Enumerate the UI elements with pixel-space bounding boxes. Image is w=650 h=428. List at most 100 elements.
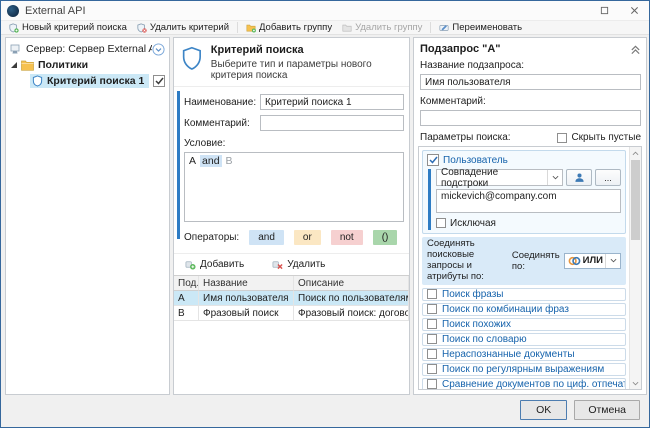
delete-group-button[interactable]: Удалить группу bbox=[337, 21, 427, 34]
maximize-button[interactable] bbox=[589, 1, 619, 21]
tree-item-server[interactable]: Сервер: Сервер External API 1 bbox=[6, 41, 169, 57]
table-row[interactable]: B Фразовый поиск Фразовый поиск: договор bbox=[174, 306, 409, 321]
tree-item-label: Политики bbox=[38, 59, 88, 71]
search-option-row[interactable]: Поиск похожих bbox=[422, 318, 626, 331]
browse-button[interactable]: ... bbox=[595, 169, 621, 186]
operator-and-button[interactable]: and bbox=[249, 230, 284, 245]
collapse-double-chevron-icon[interactable] bbox=[630, 44, 641, 55]
search-option-row[interactable]: Нераспознанные документы bbox=[422, 348, 626, 361]
params-label: Параметры поиска: bbox=[420, 132, 511, 143]
tree-item-label: Критерий поиска 1 bbox=[47, 75, 144, 87]
scroll-down-button[interactable] bbox=[630, 377, 641, 389]
criterion-checkbox[interactable] bbox=[153, 75, 165, 87]
match-mode-select[interactable]: Совпадение подстроки bbox=[436, 169, 563, 186]
hide-empty-checkbox[interactable] bbox=[557, 133, 567, 143]
ok-button[interactable]: OK bbox=[520, 400, 567, 420]
column-header-subquery[interactable]: Под... bbox=[174, 276, 199, 291]
chevron-down-icon[interactable] bbox=[547, 170, 562, 185]
check-icon bbox=[155, 77, 164, 85]
tree-expander-icon[interactable] bbox=[10, 61, 18, 69]
search-option-row[interactable]: Сравнение документов по циф. отпечаткам bbox=[422, 378, 626, 390]
option-label: Поиск по регулярным выражениям bbox=[442, 364, 604, 375]
condition-editor[interactable]: AandB bbox=[184, 152, 404, 222]
user-section-title-row: Пользователь bbox=[427, 153, 621, 167]
option-checkbox[interactable] bbox=[427, 319, 437, 329]
scroll-thumb[interactable] bbox=[631, 160, 640, 240]
table-header-row: Под... Название Описание bbox=[174, 276, 409, 291]
option-checkbox[interactable] bbox=[427, 364, 437, 374]
person-icon bbox=[574, 172, 585, 183]
user-section-label[interactable]: Пользователь bbox=[443, 155, 508, 166]
hide-empty-label: Скрыть пустые bbox=[571, 132, 641, 143]
search-option-row[interactable]: Поиск по словарю bbox=[422, 333, 626, 346]
join-queries-block: Соединять поисковые запросы и атрибуты п… bbox=[422, 237, 626, 285]
option-label: Сравнение документов по циф. отпечаткам bbox=[442, 379, 626, 390]
selected-tree-item[interactable]: Критерий поиска 1 bbox=[30, 74, 149, 88]
subquery-name-input[interactable]: Имя пользователя bbox=[420, 74, 641, 90]
cancel-button[interactable]: Отмена bbox=[574, 400, 640, 420]
server-icon bbox=[10, 43, 22, 55]
tree-item-criterion[interactable]: Критерий поиска 1 bbox=[6, 73, 169, 89]
close-button[interactable] bbox=[619, 1, 649, 21]
search-option-row[interactable]: Поиск фразы bbox=[422, 288, 626, 301]
column-header-name[interactable]: Название bbox=[199, 276, 294, 291]
user-section-checkbox[interactable] bbox=[427, 154, 439, 166]
operator-or-button[interactable]: or bbox=[294, 230, 321, 245]
shield-icon bbox=[32, 75, 43, 87]
option-label: Поиск по словарю bbox=[442, 334, 527, 345]
scroll-up-button[interactable] bbox=[630, 147, 641, 159]
rename-button[interactable]: Переименовать bbox=[434, 21, 527, 34]
criterion-comment-input[interactable] bbox=[260, 115, 404, 131]
pick-user-button[interactable] bbox=[566, 169, 592, 186]
vertical-scrollbar[interactable] bbox=[629, 147, 641, 389]
window-title: External API bbox=[25, 5, 589, 17]
check-icon bbox=[429, 156, 438, 164]
new-criterion-button[interactable]: Новый критерий поиска bbox=[4, 21, 132, 34]
rename-icon bbox=[439, 23, 449, 33]
subquery-header: Подзапрос "A" bbox=[420, 43, 641, 55]
editor-header: Критерий поиска Выберите тип и параметры… bbox=[174, 38, 409, 87]
option-label: Нераспознанные документы bbox=[442, 349, 575, 360]
shield-large-icon bbox=[182, 44, 202, 73]
option-label: Поиск по комбинации фраз bbox=[442, 304, 569, 315]
subquery-title: Подзапрос "A" bbox=[420, 43, 630, 55]
collapse-chevron-icon[interactable] bbox=[152, 43, 165, 56]
join-queries-header: Соединять поисковые запросы и атрибуты п… bbox=[427, 239, 512, 283]
search-option-row[interactable]: Поиск по комбинации фраз bbox=[422, 303, 626, 316]
dialog-footer: OK Отмена bbox=[1, 396, 649, 427]
exclude-row: Исключая bbox=[436, 216, 621, 230]
column-header-description[interactable]: Описание bbox=[294, 276, 409, 291]
name-label: Наименование: bbox=[184, 97, 260, 108]
join-mode-select[interactable]: ИЛИ bbox=[564, 253, 621, 269]
table-row[interactable]: A Имя пользователя Поиск по пользователя… bbox=[174, 291, 409, 306]
search-option-row[interactable]: Поиск по регулярным выражениям bbox=[422, 363, 626, 376]
tree-item-policies[interactable]: Политики bbox=[6, 57, 169, 73]
criterion-editor-panel: Критерий поиска Выберите тип и параметры… bbox=[173, 37, 410, 395]
delete-criterion-button[interactable]: Удалить критерий bbox=[132, 21, 234, 34]
option-checkbox[interactable] bbox=[427, 304, 437, 314]
delete-criterion-shield-icon bbox=[137, 23, 147, 33]
add-subquery-button[interactable]: Добавить bbox=[185, 259, 244, 270]
exclude-checkbox[interactable] bbox=[436, 218, 446, 228]
content-area: Сервер: Сервер External API 1 Политики К… bbox=[1, 36, 649, 396]
user-value-textarea[interactable]: mickevich@company.com bbox=[436, 189, 621, 213]
tree-item-label: Сервер: Сервер External API 1 bbox=[26, 43, 152, 55]
delete-subquery-button[interactable]: Удалить bbox=[272, 259, 325, 270]
option-checkbox[interactable] bbox=[427, 379, 437, 389]
option-checkbox[interactable] bbox=[427, 334, 437, 344]
subquery-name-label: Название подзапроса: bbox=[420, 60, 641, 71]
toolbar-separator bbox=[430, 22, 431, 33]
app-logo-icon bbox=[7, 5, 19, 17]
option-checkbox[interactable] bbox=[427, 349, 437, 359]
operator-not-button[interactable]: not bbox=[331, 230, 363, 245]
criterion-name-input[interactable]: Критерий поиска 1 bbox=[260, 94, 404, 110]
or-rings-icon bbox=[568, 256, 581, 266]
criteria-tree: Сервер: Сервер External API 1 Политики К… bbox=[6, 38, 169, 89]
chevron-down-icon[interactable] bbox=[605, 254, 620, 268]
subquery-comment-input[interactable] bbox=[420, 110, 641, 126]
option-checkbox[interactable] bbox=[427, 289, 437, 299]
operator-parentheses-button[interactable]: () bbox=[373, 230, 398, 245]
add-group-button[interactable]: Добавить группу bbox=[241, 21, 337, 34]
exclude-label: Исключая bbox=[450, 218, 496, 229]
condition-operand-a: A bbox=[189, 155, 196, 167]
